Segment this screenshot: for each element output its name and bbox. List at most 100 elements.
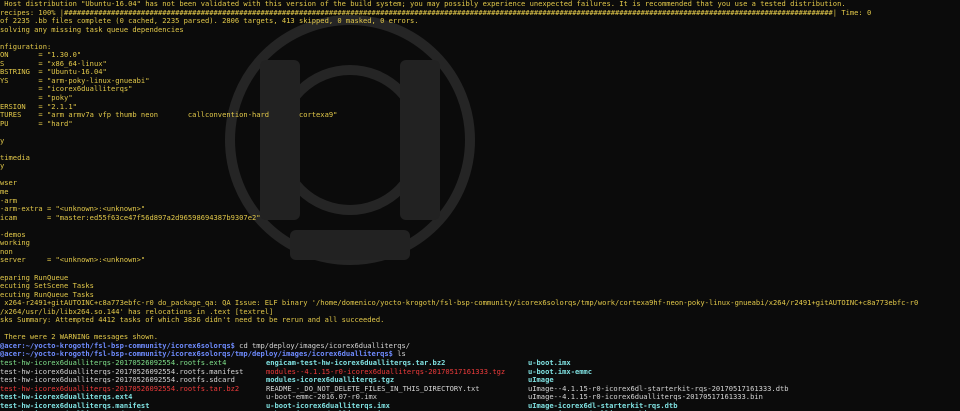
terminal-line: icam = "master:ed55f63ce47f56d897a2d9659… — [0, 214, 960, 223]
terminal-line: ecuting RunQueue Tasks — [0, 291, 960, 300]
ls-file-entry: test-hw-icorex6dualliterqs.manifest — [0, 401, 150, 410]
ls-file-entry: u-boot-emmc-2016.07-r0.imx — [266, 393, 378, 402]
terminal-line: ecuting SetScene Tasks — [0, 282, 960, 291]
ls-file-entry: uImage — [528, 376, 554, 385]
terminal-line: solving any missing task queue dependenc… — [0, 26, 960, 35]
terminal-line: There were 2 WARNING messages shown. — [0, 333, 960, 342]
ls-file-entry: u-boot-icorex6dualliterqs.imx — [266, 401, 390, 410]
terminal-line-text: PU = "hard" — [0, 119, 73, 128]
terminal-line: me — [0, 188, 960, 197]
ls-file-entry: modules--4.1.15-r0-icorex6dualliterqs-20… — [266, 367, 506, 376]
ls-file-entry: README_-_DO_NOT_DELETE_FILES_IN_THIS_DIR… — [266, 384, 480, 393]
terminal-line-text: timedia — [0, 153, 30, 162]
terminal-line-text: -arm — [0, 196, 18, 205]
ls-row: test-hw-icorex6dualliterqs-2017052609255… — [0, 359, 960, 368]
terminal-line-text: x264-r2491+gitAUTOINC+c8a773ebfc-r0 do_p… — [0, 299, 919, 308]
terminal-line-text: -arm-extra = "<unknown>:<unknown>" — [0, 205, 146, 214]
terminal-line: TURES = "arm armv7a vfp thumb neon callc… — [0, 111, 960, 120]
terminal-line-text: There were 2 WARNING messages shown. — [0, 333, 159, 342]
terminal-line: y — [0, 137, 960, 146]
ls-file-entry: u-boot.imx-emmc — [528, 367, 593, 376]
ls-file-entry: test-hw-icorex6dualliterqs-2017052609255… — [0, 384, 240, 393]
terminal-line-text: BSTRING = "Ubuntu-16.04" — [0, 68, 107, 77]
terminal-line-text: recipes: 100% |#########################… — [0, 8, 872, 17]
terminal-line-text: ecuting SetScene Tasks — [0, 282, 94, 291]
ls-file-entry: test-hw-icorex6dualliterqs-2017052609255… — [0, 358, 227, 367]
terminal-output: Host distribution "Ubuntu-16.04" has not… — [0, 0, 960, 411]
terminal-line: nfiguration: — [0, 43, 960, 52]
shell-prompt-line: @acer:~/yocto-krogoth/fsl-bsp-community/… — [0, 342, 960, 351]
terminal-line-text: YS = "arm-poky-linux-gnueabi" — [0, 76, 150, 85]
terminal-line-text: ecuting RunQueue Tasks — [0, 290, 94, 299]
terminal-line: = "icorex6dualliterqs" — [0, 85, 960, 94]
ls-row: test-hw-icorex6dualliterqs-2017052609255… — [0, 385, 960, 394]
terminal-line-text: server = "<unknown>:<unknown>" — [0, 256, 146, 265]
terminal-line-text: working — [0, 239, 30, 248]
terminal-line-text: /x264/usr/lib/libx264.so.144' has reloca… — [0, 307, 274, 316]
terminal-line: non — [0, 248, 960, 257]
ls-row: test-hw-icorex6dualliterqs.manifest u-boo… — [0, 402, 960, 411]
terminal-line: y — [0, 162, 960, 171]
terminal-line-text: sks Summary: Attempted 4412 tasks of whi… — [0, 316, 385, 325]
terminal-line: timedia — [0, 154, 960, 163]
terminal-line: eparing RunQueue — [0, 274, 960, 283]
ls-row: test-hw-icorex6dualliterqs-2017052609255… — [0, 376, 960, 385]
ls-file-entry: uImage--4.1.15-r0-icorex6dualliterqs-201… — [528, 393, 763, 402]
terminal-line: Host distribution "Ubuntu-16.04" has not… — [0, 0, 960, 9]
terminal-line-text: = "poky" — [0, 94, 73, 103]
ls-file-entry: u-boot.imx — [528, 358, 571, 367]
terminal-line: YS = "arm-poky-linux-gnueabi" — [0, 77, 960, 86]
terminal-line-text: of 2235 .bb files complete (0 cached, 22… — [0, 17, 419, 26]
terminal-line: -arm — [0, 197, 960, 206]
prompt-path: @acer:~/yocto-krogoth/fsl-bsp-community/… — [0, 341, 235, 350]
ls-file-entry: modules-icorex6dualliterqs.tgz — [266, 376, 395, 385]
terminal-line-text: icam = "master:ed55f63ce47f56d897a2d9659… — [0, 213, 261, 222]
terminal-line-text: TURES = "arm armv7a vfp thumb neon callc… — [0, 111, 338, 120]
ls-file-entry: uImage--4.1.15-r0-icorex6dl-starterkit-r… — [528, 384, 789, 393]
terminal-line: = "poky" — [0, 94, 960, 103]
terminal-line-text: ON = "1.30.0" — [0, 51, 82, 60]
prompt-command: cd tmp/deploy/images/icorex6dualliterqs/ — [234, 341, 411, 350]
ls-file-entry: test-hw-icorex6dualliterqs.ext4 — [0, 393, 133, 402]
terminal-line-text: solving any missing task queue dependenc… — [0, 25, 184, 34]
ls-row: test-hw-icorex6dualliterqs-2017052609255… — [0, 368, 960, 377]
terminal-line-text: me — [0, 188, 9, 197]
terminal-line-text: Host distribution "Ubuntu-16.04" has not… — [0, 0, 846, 8]
ls-file-entry: test-hw-icorex6dualliterqs-2017052609255… — [0, 376, 235, 385]
terminal-line: x264-r2491+gitAUTOINC+c8a773ebfc-r0 do_p… — [0, 299, 960, 308]
terminal-line: ERSION = "2.1.1" — [0, 103, 960, 112]
terminal-line-text: = "icorex6dualliterqs" — [0, 85, 133, 94]
terminal-line: ON = "1.30.0" — [0, 51, 960, 60]
ls-file-entry: uImage-icorex6dl-starterkit-rqs.dtb — [528, 401, 678, 410]
terminal-line-text: -demos — [0, 230, 26, 239]
terminal-line: PU = "hard" — [0, 120, 960, 129]
ls-file-entry: engicam-test-hw-icorex6dualliterqs.tar.b… — [266, 358, 446, 367]
prompt-path: @acer:~/yocto-krogoth/fsl-bsp-community/… — [0, 350, 393, 359]
prompt-command: ls — [392, 350, 406, 359]
terminal-line-text: eparing RunQueue — [0, 273, 69, 282]
terminal-line: S = "x86_64-linux" — [0, 60, 960, 69]
terminal-line-text: y — [0, 136, 5, 145]
terminal-line: BSTRING = "Ubuntu-16.04" — [0, 68, 960, 77]
terminal-line: server = "<unknown>:<unknown>" — [0, 256, 960, 265]
terminal-line: of 2235 .bb files complete (0 cached, 22… — [0, 17, 960, 26]
terminal-line-text: non — [0, 247, 13, 256]
ls-row: test-hw-icorex6dualliterqs.ext4 u-boot-em… — [0, 393, 960, 402]
terminal-line: wser — [0, 179, 960, 188]
shell-prompt-line: @acer:~/yocto-krogoth/fsl-bsp-community/… — [0, 350, 960, 359]
terminal-line: -arm-extra = "<unknown>:<unknown>" — [0, 205, 960, 214]
terminal-line-text: y — [0, 162, 5, 171]
terminal-line-text: wser — [0, 179, 18, 188]
terminal-line: recipes: 100% |#########################… — [0, 9, 960, 18]
terminal-line: sks Summary: Attempted 4412 tasks of whi… — [0, 316, 960, 325]
terminal-line: /x264/usr/lib/libx264.so.144' has reloca… — [0, 308, 960, 317]
terminal-line: -demos — [0, 231, 960, 240]
terminal-line-text: nfiguration: — [0, 42, 52, 51]
